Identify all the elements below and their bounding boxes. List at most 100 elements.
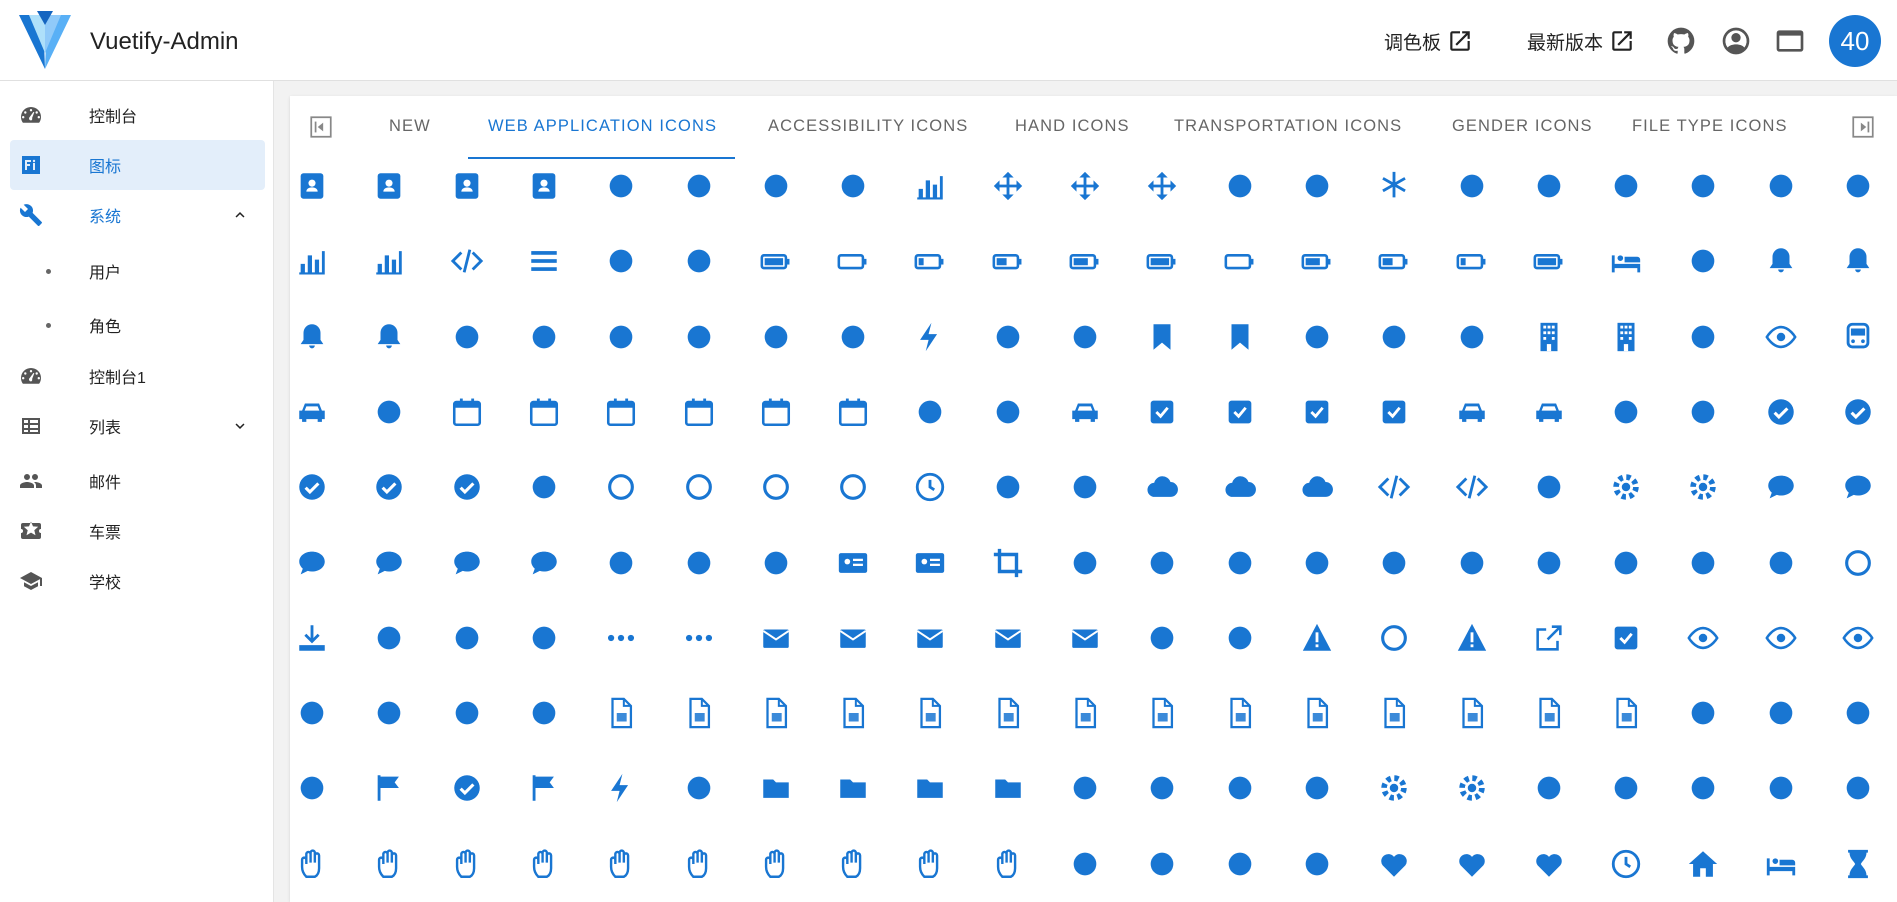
- circle-thin-icon[interactable]: [833, 467, 873, 507]
- gavel-icon[interactable]: [1297, 768, 1337, 808]
- handshake-o-icon[interactable]: [988, 844, 1028, 884]
- bluetooth-b-icon[interactable]: [833, 317, 873, 357]
- birthday-cake-icon[interactable]: [601, 317, 641, 357]
- edit-icon[interactable]: [524, 618, 564, 658]
- camera-retro-icon[interactable]: [988, 392, 1028, 432]
- caret-square-down-icon[interactable]: [1142, 392, 1182, 432]
- bookmark-o-icon[interactable]: [1220, 317, 1260, 357]
- tabs-next-icon[interactable]: [1850, 114, 1876, 140]
- check-circle-icon[interactable]: [1838, 392, 1878, 432]
- database-icon[interactable]: [1452, 543, 1492, 583]
- fullscreen-window-icon[interactable]: [1774, 25, 1806, 57]
- ellipsis-h-icon[interactable]: [601, 618, 641, 658]
- external-link-square-icon[interactable]: [1606, 618, 1646, 658]
- balance-scale-icon[interactable]: [1683, 166, 1723, 206]
- bolt-icon[interactable]: [910, 317, 950, 357]
- calendar-icon[interactable]: [447, 392, 487, 432]
- avatar-badge[interactable]: 40: [1829, 15, 1881, 67]
- battery-3-icon[interactable]: [1297, 241, 1337, 281]
- circle-o-notch-icon[interactable]: [679, 467, 719, 507]
- asterisk-icon[interactable]: [1374, 166, 1414, 206]
- credit-card-alt-icon[interactable]: [833, 543, 873, 583]
- check-circle-o-icon[interactable]: [292, 467, 332, 507]
- filter-icon[interactable]: [1761, 693, 1801, 733]
- cart-plus-icon[interactable]: [1529, 392, 1569, 432]
- bullseye-icon[interactable]: [1761, 317, 1801, 357]
- caret-square-right-icon[interactable]: [1297, 392, 1337, 432]
- barcode-icon[interactable]: [447, 241, 487, 281]
- latest-version-link[interactable]: 最新版本: [1527, 24, 1635, 58]
- crosshairs-icon[interactable]: [1065, 543, 1105, 583]
- file-archive-o-icon[interactable]: [601, 693, 641, 733]
- bug-icon[interactable]: [1452, 317, 1492, 357]
- calendar-check-o-icon[interactable]: [524, 392, 564, 432]
- circle-icon[interactable]: [601, 467, 641, 507]
- fighter-jet-icon[interactable]: [524, 693, 564, 733]
- deafness-icon[interactable]: [1606, 543, 1646, 583]
- bus-icon[interactable]: [1838, 317, 1878, 357]
- battery-icon[interactable]: [1529, 241, 1569, 281]
- file-video-o-icon[interactable]: [1452, 693, 1492, 733]
- bookmark-icon[interactable]: [1142, 317, 1182, 357]
- tabs-prev-icon[interactable]: [308, 114, 334, 140]
- battery-empty-icon[interactable]: [833, 241, 873, 281]
- ban-icon[interactable]: [1761, 166, 1801, 206]
- eraser-icon[interactable]: [1142, 618, 1182, 658]
- home-icon[interactable]: [1683, 844, 1723, 884]
- caret-square-left-icon[interactable]: [1220, 392, 1260, 432]
- bicycle-icon[interactable]: [447, 317, 487, 357]
- check-square-icon[interactable]: [369, 467, 409, 507]
- battery-quarter-icon[interactable]: [910, 241, 950, 281]
- tab-gender-icons[interactable]: GENDER ICONS: [1452, 96, 1593, 156]
- address-book-icon[interactable]: [292, 166, 332, 206]
- file-audio-o-icon[interactable]: [679, 693, 719, 733]
- cloud-download-icon[interactable]: [1220, 467, 1260, 507]
- file-word-o-icon[interactable]: [1529, 693, 1569, 733]
- battery-half-icon[interactable]: [988, 241, 1028, 281]
- adjust-icon[interactable]: [601, 166, 641, 206]
- drivers-license-o-icon[interactable]: [447, 618, 487, 658]
- heart-icon[interactable]: [1374, 844, 1414, 884]
- palette-link[interactable]: 调色板: [1384, 24, 1473, 58]
- hourglass-icon[interactable]: [1838, 844, 1878, 884]
- bed-icon[interactable]: [1606, 241, 1646, 281]
- calendar-minus-o-icon[interactable]: [601, 392, 641, 432]
- beer-icon[interactable]: [1683, 241, 1723, 281]
- tab-file-type-icons[interactable]: FILE TYPE ICONS: [1632, 96, 1788, 156]
- headphones-icon[interactable]: [1297, 844, 1337, 884]
- sidebar-item-mail[interactable]: 邮件: [10, 456, 265, 506]
- envelope-icon[interactable]: [756, 618, 796, 658]
- gift-icon[interactable]: [1529, 768, 1569, 808]
- audio-description-icon[interactable]: [1529, 166, 1569, 206]
- globe-icon[interactable]: [1683, 768, 1723, 808]
- heartbeat-icon[interactable]: [1529, 844, 1569, 884]
- compass-icon[interactable]: [601, 543, 641, 583]
- archive-icon[interactable]: [833, 166, 873, 206]
- dashboard-icon[interactable]: [1374, 543, 1414, 583]
- at-icon[interactable]: [1452, 166, 1492, 206]
- battery-three-quarters-icon[interactable]: [1065, 241, 1105, 281]
- female-icon[interactable]: [447, 693, 487, 733]
- anchor-icon[interactable]: [756, 166, 796, 206]
- gears-icon[interactable]: [1452, 768, 1492, 808]
- car-icon[interactable]: [1065, 392, 1105, 432]
- bar-chart-o-icon[interactable]: [369, 241, 409, 281]
- camera-icon[interactable]: [910, 392, 950, 432]
- address-card-icon[interactable]: [447, 166, 487, 206]
- feed-icon[interactable]: [369, 693, 409, 733]
- fax-icon[interactable]: [292, 693, 332, 733]
- github-icon[interactable]: [1665, 25, 1697, 57]
- asl-interpreting-icon[interactable]: [1220, 166, 1260, 206]
- check-square-o-icon[interactable]: [447, 467, 487, 507]
- external-link-icon[interactable]: [1529, 618, 1569, 658]
- sidebar-item-system[interactable]: 系统: [10, 190, 265, 240]
- hand-pointer-o-icon[interactable]: [601, 844, 641, 884]
- cloud-upload-icon[interactable]: [1297, 467, 1337, 507]
- hand-lizard-o-icon[interactable]: [369, 844, 409, 884]
- certificate-icon[interactable]: [1683, 392, 1723, 432]
- bathtub-icon[interactable]: [679, 241, 719, 281]
- flash-icon[interactable]: [601, 768, 641, 808]
- graduation-cap-icon[interactable]: [1761, 768, 1801, 808]
- hard-of-hearing-icon[interactable]: [1065, 844, 1105, 884]
- history-icon[interactable]: [1606, 844, 1646, 884]
